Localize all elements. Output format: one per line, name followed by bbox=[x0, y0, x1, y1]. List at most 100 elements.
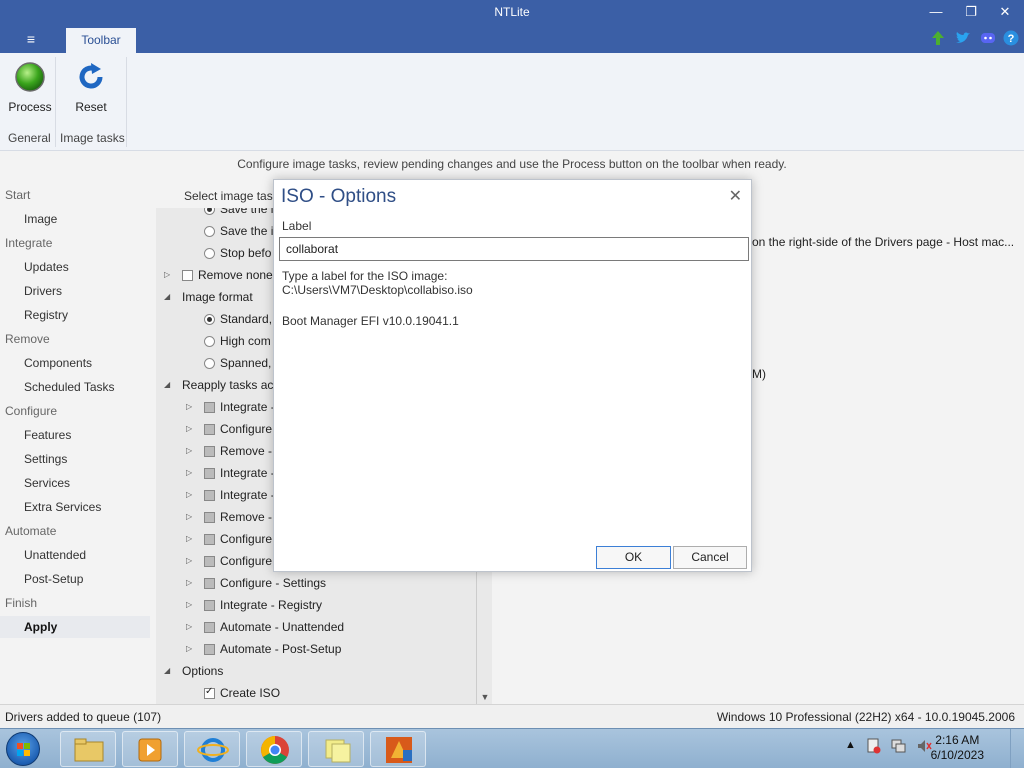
nav-item-image[interactable]: Image bbox=[24, 212, 57, 226]
radio-button[interactable] bbox=[204, 226, 215, 237]
radio-button[interactable] bbox=[204, 248, 215, 259]
expand-arrow-icon[interactable]: ▷ bbox=[186, 578, 196, 588]
expand-arrow-icon[interactable]: ▷ bbox=[186, 622, 196, 632]
collapse-arrow-icon[interactable]: ◢ bbox=[164, 380, 174, 390]
tree-row-label: Image format bbox=[182, 290, 253, 304]
tree-row[interactable]: ▷ Automate - Unattended bbox=[156, 618, 476, 638]
sticky-notes-icon bbox=[325, 739, 351, 763]
twitter-icon[interactable] bbox=[955, 30, 971, 46]
checkbox[interactable] bbox=[204, 622, 215, 633]
checkbox[interactable] bbox=[204, 512, 215, 523]
nav-item-settings[interactable]: Settings bbox=[24, 452, 67, 466]
menu-icon[interactable]: ≡ bbox=[22, 32, 40, 46]
nav-item-features[interactable]: Features bbox=[24, 428, 71, 442]
checkbox[interactable] bbox=[204, 600, 215, 611]
checkbox[interactable] bbox=[204, 686, 215, 699]
checkbox[interactable] bbox=[182, 270, 193, 281]
taskbar-ntlite[interactable] bbox=[370, 731, 426, 767]
nav-item-services[interactable]: Services bbox=[24, 476, 70, 490]
expand-arrow-icon[interactable]: ▷ bbox=[186, 468, 196, 478]
svg-text:?: ? bbox=[1008, 33, 1015, 45]
checkbox[interactable] bbox=[204, 402, 215, 413]
radio-button[interactable] bbox=[204, 208, 215, 215]
taskbar-sticky-notes[interactable] bbox=[308, 731, 364, 767]
expand-arrow-icon[interactable]: ▷ bbox=[186, 600, 196, 610]
tree-row-label: Options bbox=[182, 664, 224, 678]
start-button[interactable] bbox=[6, 732, 40, 766]
tab-toolbar[interactable]: Toolbar bbox=[66, 28, 136, 53]
nav-item-registry[interactable]: Registry bbox=[24, 308, 68, 322]
show-desktop-button[interactable] bbox=[1010, 729, 1024, 768]
nav-item-post-setup[interactable]: Post-Setup bbox=[24, 572, 83, 586]
taskbar-media-player[interactable] bbox=[122, 731, 178, 767]
nav-item-remove: Remove bbox=[5, 332, 50, 346]
taskbar-chrome[interactable] bbox=[246, 731, 302, 767]
close-icon[interactable]: ✕ bbox=[729, 186, 742, 206]
checkbox[interactable] bbox=[204, 424, 215, 435]
tree-row[interactable]: ▷ Automate - Post-Setup bbox=[156, 640, 476, 660]
expand-arrow-icon[interactable]: ▷ bbox=[186, 424, 196, 434]
checkbox[interactable] bbox=[204, 578, 215, 589]
nav-item-extra-services[interactable]: Extra Services bbox=[24, 500, 101, 514]
reset-button[interactable]: Reset bbox=[66, 59, 116, 114]
radio-button[interactable] bbox=[204, 314, 215, 325]
update-arrow-icon[interactable] bbox=[930, 30, 946, 46]
checkbox[interactable] bbox=[204, 490, 215, 501]
expand-arrow-icon[interactable]: ▷ bbox=[186, 512, 196, 522]
expand-arrow-icon[interactable]: ▷ bbox=[186, 556, 196, 566]
nav-item-unattended[interactable]: Unattended bbox=[24, 548, 86, 562]
action-center-icon[interactable] bbox=[866, 738, 882, 757]
cancel-button[interactable]: Cancel bbox=[673, 546, 747, 569]
nav-item-scheduled-tasks[interactable]: Scheduled Tasks bbox=[24, 380, 115, 394]
checkbox[interactable] bbox=[204, 556, 215, 567]
reset-label: Reset bbox=[75, 100, 107, 114]
select-image-task-label: Select image task bbox=[184, 189, 279, 203]
expand-arrow-icon[interactable]: ▷ bbox=[186, 402, 196, 412]
taskbar-explorer[interactable] bbox=[60, 731, 116, 767]
radio-button[interactable] bbox=[204, 336, 215, 347]
collapse-arrow-icon[interactable]: ◢ bbox=[164, 292, 174, 302]
ok-button[interactable]: OK bbox=[596, 546, 671, 569]
close-window-button[interactable]: ✕ bbox=[995, 3, 1015, 21]
tree-row-label: Remove - bbox=[220, 510, 273, 524]
nav-item-updates[interactable]: Updates bbox=[24, 260, 69, 274]
taskbar-clock[interactable]: 2:16 AM 6/10/2023 bbox=[931, 733, 984, 763]
nav-item-drivers[interactable]: Drivers bbox=[24, 284, 62, 298]
taskbar-internet-explorer[interactable] bbox=[184, 731, 240, 767]
left-navigation: Start Image Integrate Updates Drivers Registr… bbox=[0, 182, 156, 702]
nav-item-components[interactable]: Components bbox=[24, 356, 92, 370]
nav-item-apply[interactable]: Apply bbox=[24, 620, 57, 634]
network-icon[interactable] bbox=[891, 738, 907, 757]
tree-row-label: Reapply tasks acr bbox=[182, 378, 278, 392]
window-title: NTLite bbox=[494, 5, 530, 19]
iso-label-input[interactable] bbox=[279, 237, 749, 261]
tree-row-label: Remove - bbox=[220, 444, 273, 458]
expand-arrow-icon[interactable]: ▷ bbox=[186, 490, 196, 500]
checkbox[interactable] bbox=[204, 468, 215, 479]
tray-expand-icon[interactable]: ▲ bbox=[845, 739, 856, 751]
restore-button[interactable]: ❐ bbox=[961, 3, 981, 21]
collapse-arrow-icon[interactable]: ◢ bbox=[164, 666, 174, 676]
expand-arrow-icon[interactable]: ▷ bbox=[186, 446, 196, 456]
tree-row[interactable]: ▷ Configure - Settings bbox=[156, 574, 476, 594]
discord-icon[interactable] bbox=[980, 30, 996, 46]
tree-row[interactable]: Create ISO bbox=[156, 684, 476, 704]
checkbox[interactable] bbox=[204, 644, 215, 655]
scroll-down-arrow-icon[interactable]: ▼ bbox=[477, 690, 493, 704]
expand-arrow-icon[interactable]: ▷ bbox=[186, 644, 196, 654]
tree-row-label: Configure bbox=[220, 532, 273, 546]
tree-row[interactable]: ◢ Options bbox=[156, 662, 476, 682]
expand-arrow-icon[interactable]: ▷ bbox=[186, 534, 196, 544]
group-label-image-tasks: Image tasks bbox=[60, 131, 125, 145]
process-button[interactable]: Process bbox=[6, 59, 54, 114]
tree-row-label: Configure - Settings bbox=[220, 576, 327, 590]
help-icon[interactable]: ? bbox=[1003, 30, 1019, 46]
radio-button[interactable] bbox=[204, 358, 215, 369]
checkbox[interactable] bbox=[204, 446, 215, 457]
tree-row[interactable]: ▷ Integrate - Registry bbox=[156, 596, 476, 616]
checkbox[interactable] bbox=[204, 534, 215, 545]
tree-row-label: Automate - Unattended bbox=[220, 620, 345, 634]
volume-icon[interactable] bbox=[916, 738, 932, 757]
minimize-button[interactable]: — bbox=[926, 3, 946, 21]
expand-arrow-icon[interactable]: ▷ bbox=[164, 270, 174, 280]
